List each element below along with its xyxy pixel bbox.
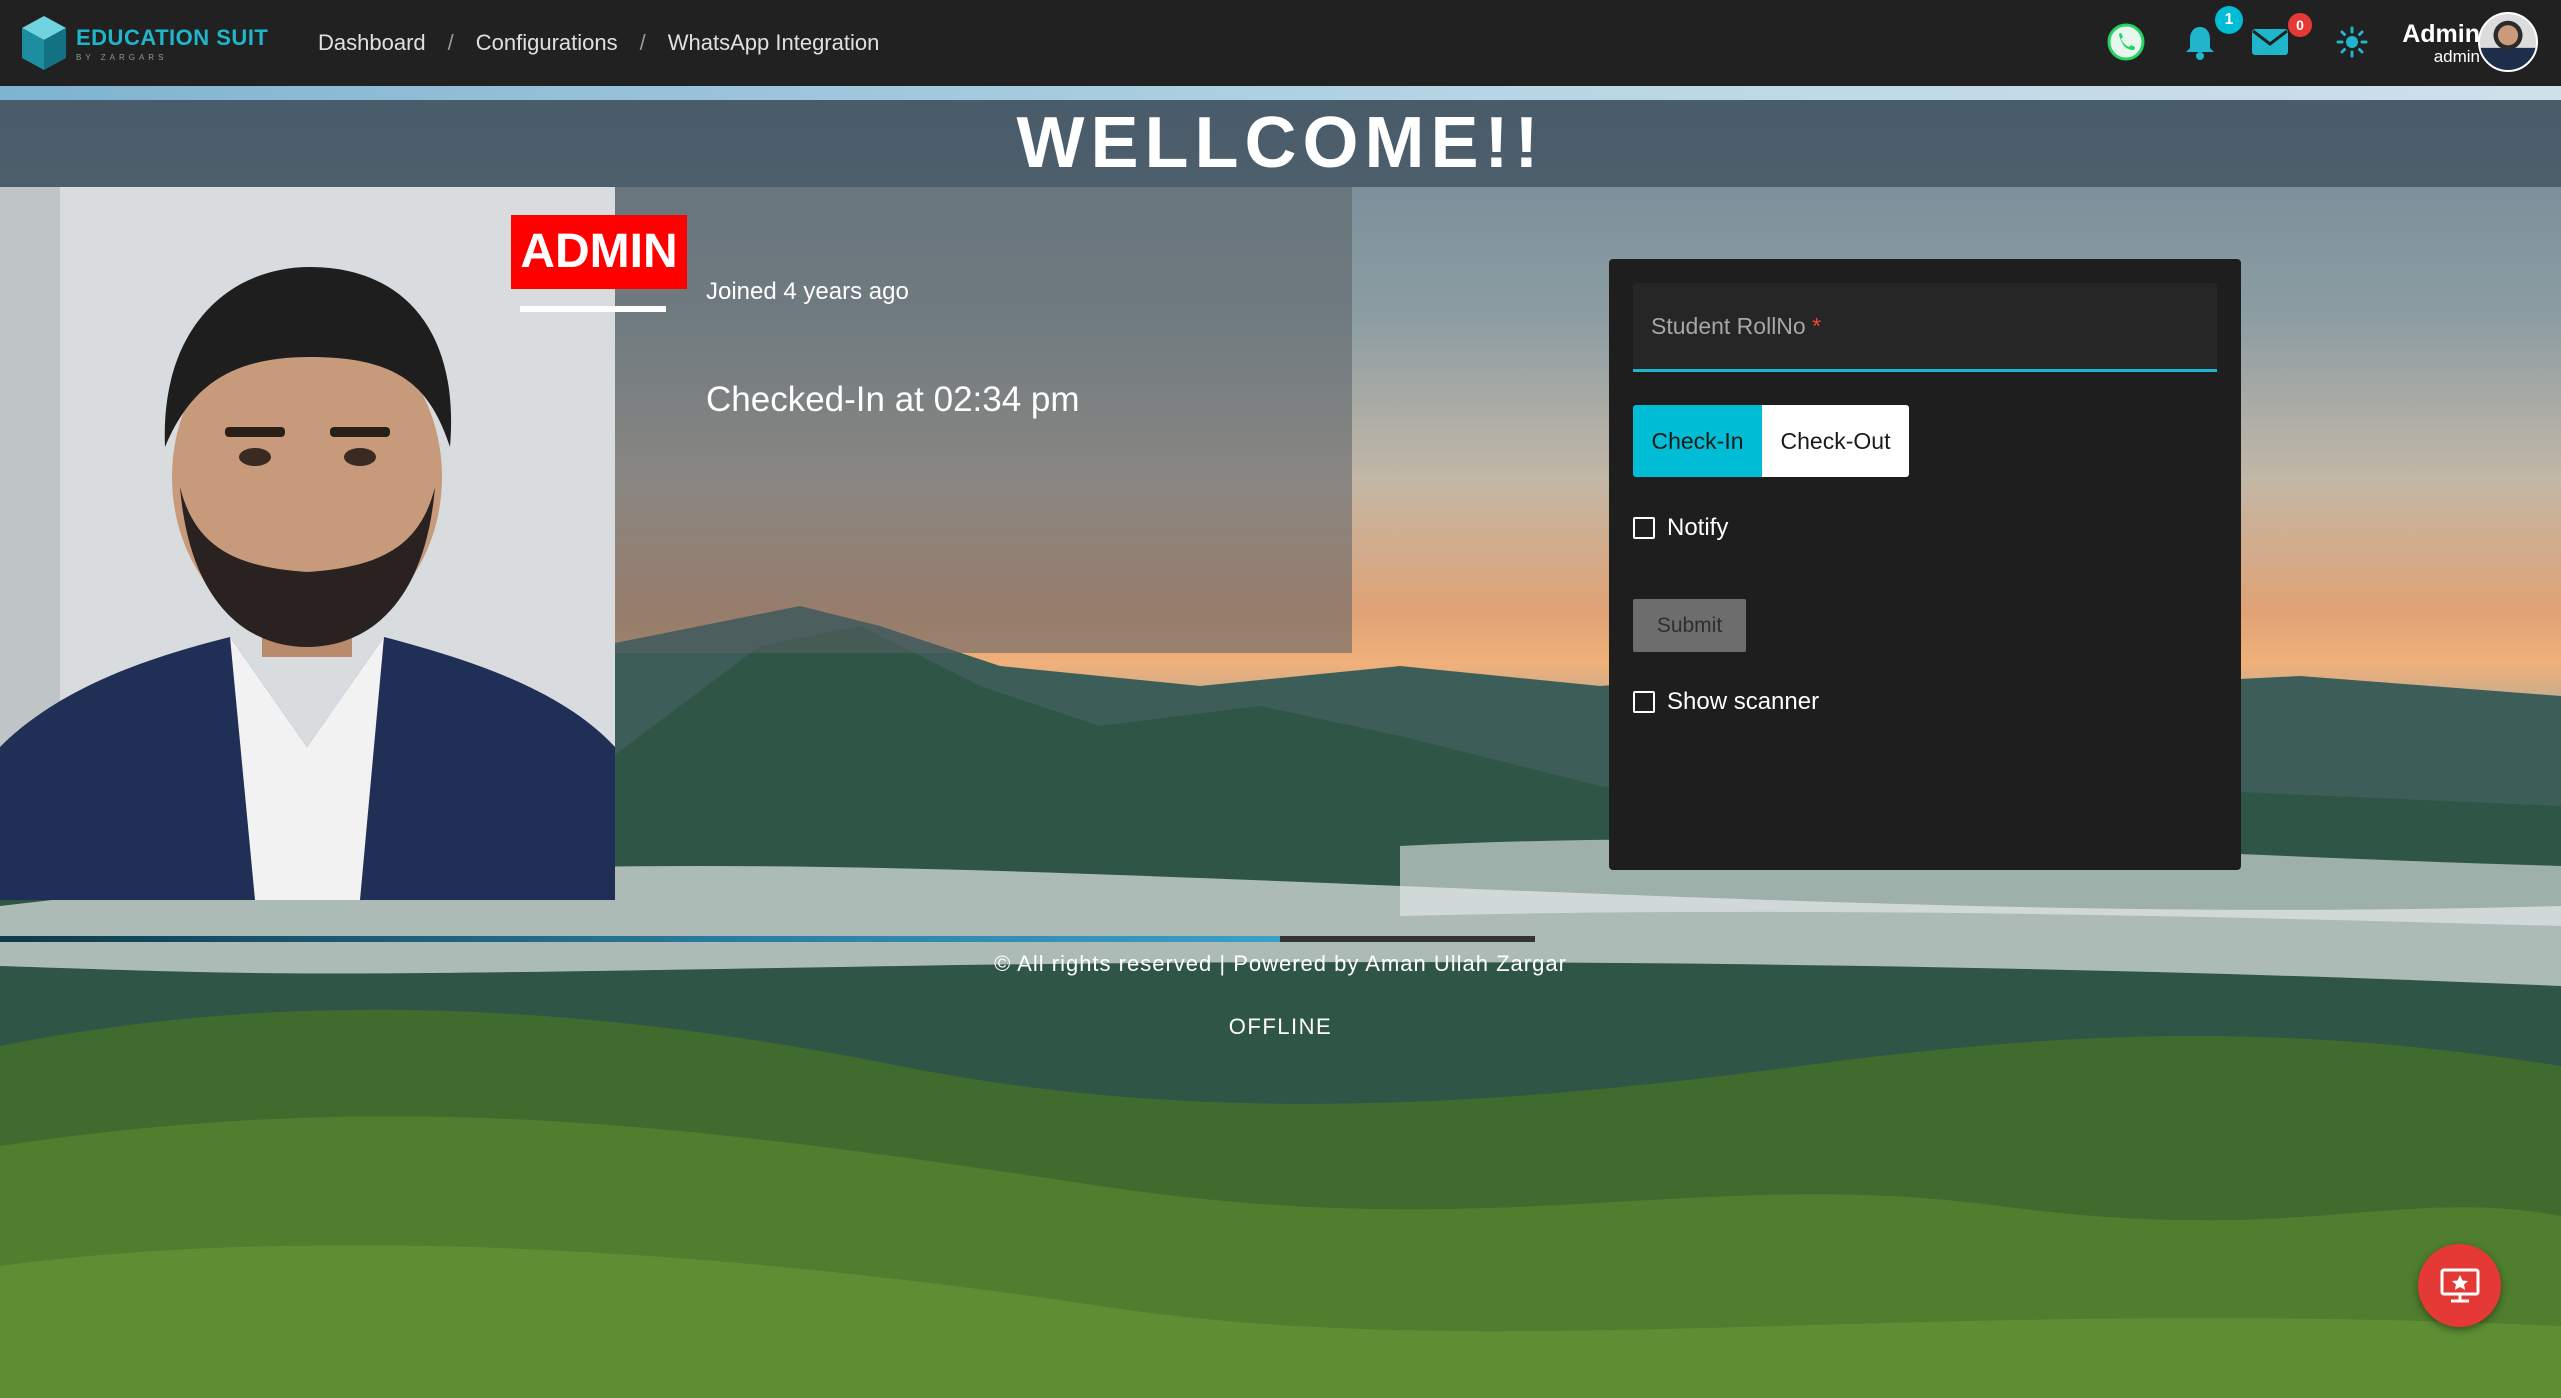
show-scanner-checkbox-box[interactable] [1633, 691, 1655, 713]
breadcrumb-separator: / [639, 30, 646, 55]
user-menu[interactable]: Admin admin [2396, 20, 2480, 67]
top-navbar: EDUCATION SUIT BY ZARGARS Dashboard / Co… [0, 0, 2561, 86]
submit-button[interactable]: Submit [1633, 599, 1746, 652]
breadcrumb-whatsapp-integration[interactable]: WhatsApp Integration [668, 30, 880, 56]
roll-number-input[interactable]: Student RollNo * [1633, 283, 2217, 372]
welcome-title: WELLCOME!! [1016, 103, 1545, 183]
bell-icon[interactable] [2180, 22, 2220, 62]
checkout-toggle-button[interactable]: Check-Out [1762, 405, 1909, 477]
show-scanner-checkbox[interactable]: Show scanner [1633, 688, 1819, 716]
cube-logo-icon [22, 16, 66, 70]
breadcrumb: Dashboard / Configurations / WhatsApp In… [318, 30, 879, 56]
checkin-toggle-button[interactable]: Check-In [1633, 405, 1762, 477]
role-underline [520, 306, 666, 312]
breadcrumb-separator: / [447, 30, 454, 55]
envelope-icon[interactable] [2250, 22, 2290, 62]
sun-icon[interactable] [2332, 22, 2372, 62]
notify-label: Notify [1667, 514, 1729, 541]
brand-subtitle: BY ZARGARS [76, 52, 168, 62]
progress-fill [0, 936, 1280, 942]
checkin-status: Checked-In at 02:34 pm [706, 380, 1080, 419]
breadcrumb-configurations[interactable]: Configurations [476, 30, 618, 56]
notify-checkbox[interactable]: Notify [1633, 514, 1728, 542]
header-accent-strip [0, 86, 2561, 100]
messages-badge: 0 [2288, 13, 2312, 37]
user-role: admin [2433, 47, 2480, 66]
roll-number-label: Student RollNo * [1651, 313, 1822, 339]
check-toggle-group: Check-In Check-Out [1633, 405, 1909, 477]
profile-info-panel [615, 187, 1352, 653]
connection-status: OFFLINE [1228, 1014, 1333, 1039]
avatar[interactable] [2478, 12, 2538, 72]
profile-photo [0, 187, 615, 900]
user-name: Admin [2402, 20, 2480, 48]
brand-name: EDUCATION SUIT [76, 24, 269, 50]
show-scanner-label: Show scanner [1667, 688, 1820, 715]
progress-bar [0, 936, 1535, 942]
brand[interactable]: EDUCATION SUIT BY ZARGARS [20, 14, 268, 72]
joined-text: Joined 4 years ago [706, 278, 909, 305]
attendance-form: Student RollNo * Check-In Check-Out Noti… [1609, 259, 2241, 870]
notify-checkbox-box[interactable] [1633, 517, 1655, 539]
role-badge: ADMIN [511, 215, 687, 289]
whatsapp-icon[interactable] [2106, 22, 2146, 62]
breadcrumb-dashboard[interactable]: Dashboard [318, 30, 426, 56]
footer-copyright: © All rights reserved | Powered by Aman … [994, 951, 1567, 976]
notifications-badge: 1 [2215, 6, 2243, 34]
floating-action-button[interactable] [2418, 1244, 2501, 1327]
monitor-star-icon [2440, 1268, 2479, 1302]
